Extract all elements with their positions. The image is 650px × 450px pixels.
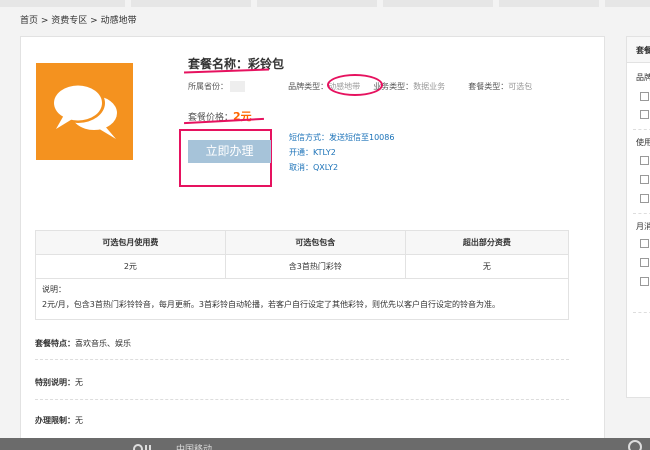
top-nav-segment xyxy=(499,0,599,7)
subscribe-button[interactable]: 立即办理 xyxy=(188,140,271,163)
filter-group-label: 月消 xyxy=(636,222,650,231)
sms-instructions: 短信方式：发送短信至10086 开通：KTLY2 取消：QXLY2 xyxy=(289,130,394,175)
filter-checkbox[interactable] xyxy=(640,156,649,165)
top-nav-segment xyxy=(383,0,493,7)
features-label: 套餐特点： xyxy=(35,339,75,348)
sms-cancel-code: 取消：QXLY2 xyxy=(289,163,339,172)
package-type-label: 套餐类型： xyxy=(468,82,509,91)
fees-table: 可选包月使用费 可选包包含 超出部分资费 2元 含3首热门彩铃 无 xyxy=(35,230,570,279)
filter-checkbox[interactable] xyxy=(640,92,649,101)
description-text: 2元/月，包含3首热门彩铃铃音，每月更新。3首彩铃自动轮播，若客户自行设定了其他… xyxy=(42,300,500,309)
top-nav-segment xyxy=(605,0,650,7)
table-cell: 2元 xyxy=(35,254,226,279)
footer-brand: 中国移动 xyxy=(176,445,213,450)
table-header: 可选包包含 xyxy=(224,230,406,255)
restriction-row: 办理限制：无 xyxy=(35,415,83,426)
package-type-value: 可选包 xyxy=(508,82,533,91)
sidebar-header: 套餐 xyxy=(627,37,650,63)
divider xyxy=(35,399,569,400)
breadcrumb-separator: > xyxy=(87,16,101,26)
breadcrumb-home-link[interactable]: 首页 xyxy=(20,16,38,26)
chat-bubbles-icon xyxy=(36,63,133,160)
province-value xyxy=(230,81,245,92)
table-row: 2元 含3首热门彩铃 无 xyxy=(35,254,570,279)
brand-label: 品牌类型： xyxy=(288,82,329,91)
footer-circle-icon[interactable] xyxy=(628,440,642,450)
special-note-value: 无 xyxy=(75,378,83,387)
top-nav-segment xyxy=(131,0,251,7)
restriction-value: 无 xyxy=(75,416,83,425)
top-nav-segment xyxy=(257,0,377,7)
breadcrumb-separator: > xyxy=(38,16,52,26)
filter-sidebar: 套餐 品牌 使用 月消 xyxy=(626,36,650,398)
special-note-label: 特别说明： xyxy=(35,378,75,387)
special-note-row: 特别说明：无 xyxy=(35,377,83,388)
restriction-label: 办理限制： xyxy=(35,416,75,425)
divider xyxy=(35,359,569,360)
filter-checkbox[interactable] xyxy=(640,175,649,184)
breadcrumb-section-link[interactable]: 资费专区 xyxy=(51,16,87,26)
description-label: 说明： xyxy=(42,285,66,294)
filter-group-label: 使用 xyxy=(636,138,650,147)
table-cell: 含3首热门彩铃 xyxy=(224,254,406,279)
footer-bar: 中国移动 xyxy=(0,438,650,450)
package-detail-panel: 套餐名称：彩铃包 所属省份： 品牌类型：动感地带 业务类型：数据业务 套餐类型：… xyxy=(20,36,605,450)
top-nav-segment xyxy=(0,0,125,7)
breadcrumb: 首页 > 资费专区 > 动感地带 xyxy=(20,13,137,26)
sms-method: 短信方式：发送短信至10086 xyxy=(289,133,395,142)
features-row: 套餐特点：喜欢音乐、娱乐 xyxy=(35,338,131,349)
business-type-value: 数据业务 xyxy=(413,82,446,91)
filter-checkbox[interactable] xyxy=(640,277,649,286)
table-cell: 无 xyxy=(404,254,570,279)
sms-open-code: 开通：KTLY2 xyxy=(289,148,336,157)
features-value: 喜欢音乐、娱乐 xyxy=(75,339,131,348)
divider xyxy=(633,213,650,214)
table-header: 可选包月使用费 xyxy=(35,230,226,255)
description-box: 说明： 2元/月，包含3首热门彩铃铃音，每月更新。3首彩铃自动轮播，若客户自行设… xyxy=(35,278,569,320)
footer-logo-icon xyxy=(133,443,155,450)
filter-group-label: 品牌 xyxy=(636,73,650,82)
top-bar xyxy=(0,0,650,7)
filter-checkbox[interactable] xyxy=(640,239,649,248)
breadcrumb-current: 动感地带 xyxy=(100,16,137,26)
divider xyxy=(633,129,650,130)
province-label: 所属省份： xyxy=(188,82,228,91)
table-header: 超出部分资费 xyxy=(404,230,570,255)
filter-checkbox[interactable] xyxy=(640,110,649,119)
filter-checkbox[interactable] xyxy=(640,258,649,267)
annotation-circle xyxy=(327,74,383,96)
filter-checkbox[interactable] xyxy=(640,194,649,203)
divider xyxy=(633,312,650,313)
